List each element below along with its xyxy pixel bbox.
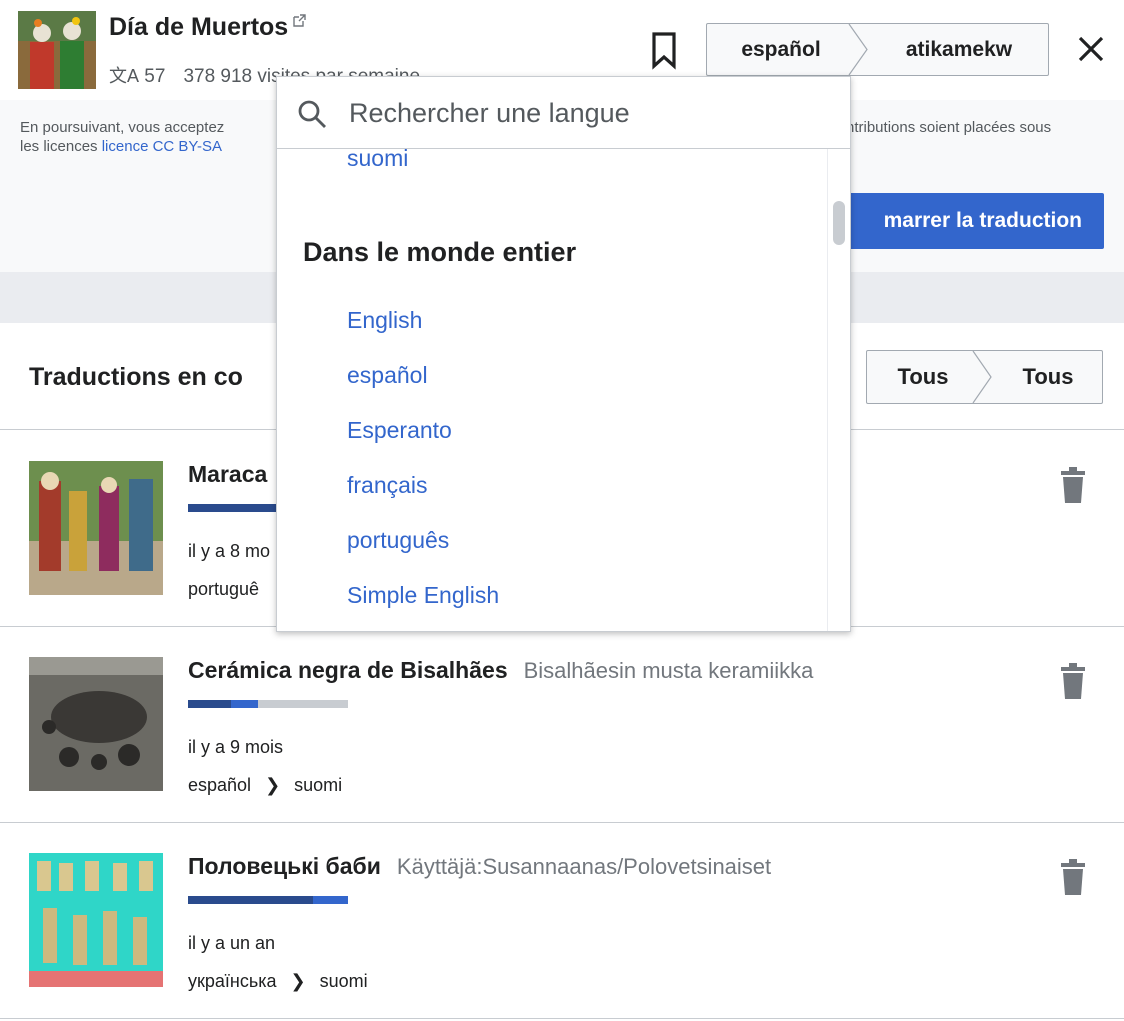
last-updated: il y a un an xyxy=(188,933,276,953)
scrollbar[interactable] xyxy=(827,149,850,631)
progress-primary xyxy=(188,896,313,904)
progress-secondary xyxy=(313,896,348,904)
trash-icon[interactable] xyxy=(1060,859,1086,895)
language-option[interactable]: español xyxy=(347,362,428,389)
translation-row[interactable]: Cerámica negra de Bisalhães Bisalhãesin m… xyxy=(0,627,1124,823)
language-option[interactable]: Esperanto xyxy=(347,417,452,444)
language-list: suomi Dans le monde entier English españ… xyxy=(277,149,827,631)
language-pair: portuguê xyxy=(188,579,260,599)
section-heading: Dans le monde entier xyxy=(303,237,577,267)
language-search-dropdown: suomi Dans le monde entier English españ… xyxy=(276,76,851,632)
language-pair: español ❯ suomi xyxy=(188,775,343,795)
language-search-input[interactable] xyxy=(349,91,829,135)
filter-target-button[interactable]: Tous xyxy=(993,351,1103,403)
scrollbar-thumb[interactable] xyxy=(833,201,845,245)
progress-secondary xyxy=(231,700,258,708)
translation-title[interactable]: Cerámica negra de Bisalhães Bisalhãesin m… xyxy=(188,657,813,684)
language-option[interactable]: Simple English xyxy=(347,582,499,609)
translate-icon: 文A xyxy=(109,66,140,86)
progress-primary xyxy=(188,700,231,708)
trash-icon[interactable] xyxy=(1060,663,1086,699)
translation-progress-bar xyxy=(188,896,348,904)
filter-source-button[interactable]: Tous xyxy=(867,351,979,403)
chevron-right-icon: ❯ xyxy=(290,971,306,991)
translation-thumbnail xyxy=(29,853,163,987)
target-language-button[interactable]: atikamekw xyxy=(869,24,1049,75)
last-updated: il y a 9 mois xyxy=(188,737,284,757)
search-icon xyxy=(298,100,326,128)
section-title: Traductions en co xyxy=(29,363,243,391)
language-filter[interactable]: Tous Tous xyxy=(866,350,1103,404)
chevron-right-icon xyxy=(972,351,992,403)
article-title[interactable]: Día de Muertos xyxy=(109,13,306,42)
bookmark-icon[interactable] xyxy=(648,30,680,70)
language-pair: українська ❯ suomi xyxy=(188,971,368,991)
translation-row[interactable]: Половецькі баби Käyttäjä:Susannaanas/Polo… xyxy=(0,823,1124,1019)
last-updated: il y a 8 mo xyxy=(188,541,271,561)
language-pair-selector[interactable]: español atikamekw xyxy=(706,23,1049,76)
language-count: 文A 57 xyxy=(109,66,166,87)
language-search xyxy=(277,77,850,149)
translation-title[interactable]: Половецькі баби Käyttäjä:Susannaanas/Polo… xyxy=(188,853,771,880)
trash-icon[interactable] xyxy=(1060,467,1086,503)
language-option[interactable]: English xyxy=(347,307,422,334)
external-link-icon[interactable] xyxy=(293,14,306,27)
source-language-button[interactable]: español xyxy=(707,24,855,75)
license-link[interactable]: licence CC BY-SA xyxy=(102,138,222,155)
translation-thumbnail xyxy=(29,657,163,791)
progress-primary xyxy=(188,504,276,512)
chevron-right-icon xyxy=(848,24,868,75)
language-option[interactable]: suomi xyxy=(347,149,408,172)
translation-thumbnail xyxy=(29,461,163,595)
article-thumbnail xyxy=(18,11,96,89)
translation-progress-bar xyxy=(188,700,348,708)
close-icon[interactable] xyxy=(1076,34,1106,64)
chevron-right-icon: ❯ xyxy=(265,775,281,795)
language-option[interactable]: português xyxy=(347,527,449,554)
translation-title[interactable]: Maraca xyxy=(188,461,283,488)
language-option[interactable]: français xyxy=(347,472,428,499)
